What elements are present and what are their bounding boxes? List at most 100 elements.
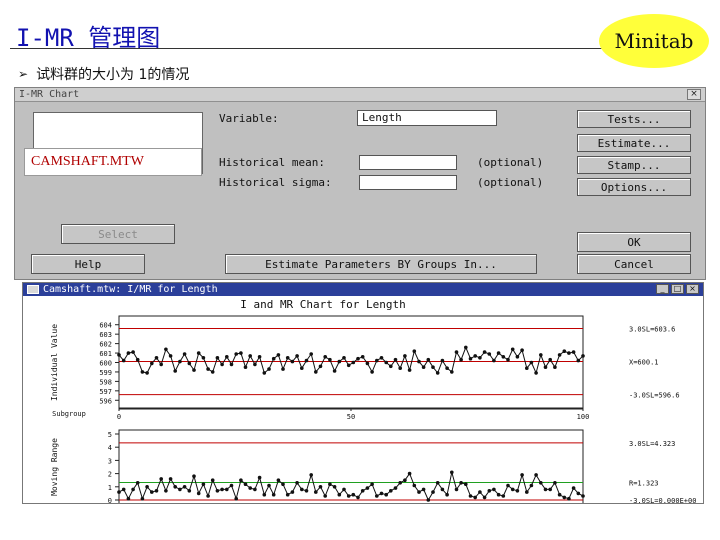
- estimate-button[interactable]: Estimate...: [577, 134, 691, 152]
- i-chart-point: [370, 370, 374, 374]
- i-chart-point: [412, 349, 417, 353]
- mr-chart-point: [515, 489, 520, 493]
- mr-chart-ytick-label: 4: [108, 444, 112, 452]
- mr-chart-ytick-label: 5: [108, 431, 112, 439]
- estimate-by-groups-button[interactable]: Estimate Parameters BY Groups In...: [225, 254, 537, 274]
- mr-chart-point: [557, 492, 562, 497]
- i-chart-point: [525, 366, 529, 370]
- i-chart-point: [562, 349, 567, 353]
- mr-chart-series-line: [118, 472, 584, 502]
- i-chart-point: [253, 362, 257, 367]
- i-chart-point: [173, 369, 177, 373]
- mr-chart-point: [454, 487, 459, 492]
- mr-chart-point: [267, 483, 271, 488]
- title-divider: [10, 48, 610, 49]
- mr-chart-point: [182, 485, 187, 489]
- i-chart-point: [225, 355, 229, 359]
- i-chart-point: [478, 356, 482, 360]
- i-chart-point: [229, 362, 234, 367]
- tests-button[interactable]: Tests...: [577, 110, 691, 128]
- i-chart-point: [534, 371, 538, 375]
- mr-chart-point: [135, 481, 140, 485]
- mr-chart-point: [576, 491, 581, 496]
- mr-chart-point: [257, 475, 262, 480]
- minitab-logo: Minitab: [599, 14, 709, 68]
- close-icon[interactable]: ×: [687, 89, 701, 100]
- options-button[interactable]: Options...: [577, 178, 691, 196]
- mr-chart-point: [445, 492, 449, 497]
- maximize-icon[interactable]: □: [671, 284, 684, 294]
- mr-chart-point: [421, 487, 426, 492]
- minimize-icon[interactable]: _: [656, 284, 669, 294]
- mr-chart-point: [145, 485, 149, 489]
- mr-chart-point: [553, 481, 557, 485]
- mr-chart-ylabel: Moving Range: [50, 438, 59, 496]
- ok-button[interactable]: OK: [577, 232, 691, 252]
- mr-chart-point: [290, 490, 295, 494]
- mr-chart-point: [192, 474, 196, 478]
- dialog-title: I-MR Chart: [19, 89, 80, 100]
- help-button[interactable]: Help: [31, 254, 145, 274]
- i-chart-point: [398, 366, 403, 370]
- optional-note-sigma: (optional): [477, 176, 544, 189]
- chart-title: I and MR Chart for Length: [240, 298, 406, 311]
- variable-input[interactable]: Length: [357, 110, 497, 126]
- i-chart-ytick-label: 597: [99, 388, 112, 396]
- i-chart-point: [285, 356, 290, 360]
- i-chart-point: [267, 367, 271, 371]
- i-chart-point: [314, 370, 318, 374]
- cancel-button[interactable]: Cancel: [577, 254, 691, 274]
- select-button[interactable]: Select: [61, 224, 175, 244]
- window-icon: [27, 285, 39, 294]
- i-chart-point: [248, 354, 252, 358]
- mr-chart-point: [342, 487, 346, 492]
- i-chart-point: [389, 364, 393, 369]
- mr-chart-point: [478, 490, 482, 494]
- i-chart-limit-label: X=600.1: [629, 359, 659, 367]
- mr-chart-point: [220, 487, 224, 492]
- bullet-text: 试料群的大小为 1的情况: [36, 67, 190, 83]
- i-chart-point: [445, 366, 449, 370]
- optional-note-mean: (optional): [477, 156, 544, 169]
- close-icon[interactable]: ×: [686, 284, 699, 294]
- mr-chart-point: [403, 478, 407, 482]
- historical-mean-input[interactable]: [359, 155, 457, 170]
- mr-chart-point: [417, 490, 421, 494]
- mr-chart-point: [581, 494, 585, 498]
- i-chart-point: [150, 361, 154, 366]
- i-chart-point: [182, 352, 187, 356]
- mr-chart-point: [314, 490, 318, 494]
- stamp-button[interactable]: Stamp...: [577, 156, 691, 174]
- mr-chart-point: [253, 487, 257, 492]
- mr-chart-point: [525, 490, 529, 494]
- i-chart-point: [168, 354, 173, 358]
- i-chart-point: [234, 352, 238, 356]
- chart-window: Camshaft.mtw: I/MR for Length _ □ × I an…: [22, 282, 704, 505]
- mr-chart-point: [360, 489, 365, 493]
- i-chart-point: [243, 365, 248, 369]
- mr-chart-point: [506, 483, 510, 488]
- i-chart-point: [117, 353, 121, 357]
- mr-chart-point: [492, 487, 496, 492]
- i-chart-point: [131, 350, 135, 354]
- mr-chart-point: [487, 489, 492, 493]
- i-chart-point: [154, 356, 159, 360]
- mr-chart-point: [309, 473, 314, 477]
- i-chart-point: [426, 357, 431, 362]
- i-chart-point: [496, 351, 501, 355]
- mr-chart-point: [281, 482, 285, 486]
- i-chart-point: [140, 370, 145, 374]
- i-chart-point: [393, 357, 398, 362]
- chart-titlebar: Camshaft.mtw: I/MR for Length _ □ ×: [23, 283, 703, 296]
- mr-chart-point: [482, 495, 487, 500]
- i-chart-point: [450, 370, 454, 374]
- mr-chart-point: [332, 485, 337, 489]
- i-chart-point: [323, 355, 328, 359]
- mr-chart-point: [440, 487, 445, 492]
- i-chart-point: [356, 356, 360, 361]
- historical-sigma-input[interactable]: [359, 175, 457, 190]
- mr-chart-point: [426, 498, 431, 502]
- i-chart-point: [281, 367, 285, 371]
- imr-chart: I and MR Chart for Length Individual Val…: [50, 298, 696, 505]
- i-chart-point: [567, 351, 571, 355]
